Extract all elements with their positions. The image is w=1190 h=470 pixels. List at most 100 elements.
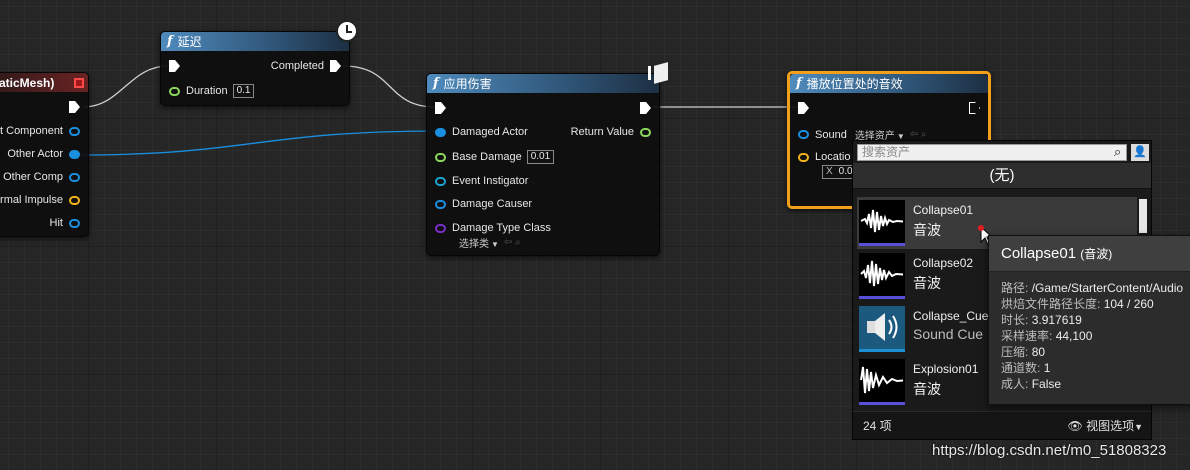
tooltip-mature: 成人: False [1001, 376, 1190, 392]
delay-completed-row: Completed [271, 60, 341, 72]
hover-dot [978, 225, 984, 231]
damage-type-dropdown-label: 选择类 [459, 239, 489, 250]
return-value-pin[interactable] [640, 127, 651, 137]
sound-wave-thumbnail [859, 200, 905, 246]
return-value-label: Return Value [570, 126, 634, 138]
event-instigator-pin[interactable] [435, 176, 446, 186]
damage-causer-pin[interactable] [435, 199, 446, 209]
delay-exec-in-pin[interactable] [169, 60, 180, 72]
waveform-icon [860, 209, 904, 233]
damage-exec-in-pin[interactable] [435, 102, 446, 114]
pin-row-component: it Component [0, 125, 80, 137]
tooltip-mature-label: 成人: [1001, 377, 1029, 391]
pin-row-other-comp: Other Comp [3, 171, 80, 183]
browse-icon[interactable]: ⇦ ⌕ [910, 129, 927, 140]
browse-icon[interactable]: ⇦ ⌕ [504, 237, 521, 248]
user-filter-icon[interactable]: 👤 [1131, 144, 1149, 161]
sound-cue-thumbnail [859, 306, 905, 352]
function-icon: f [433, 76, 439, 91]
pin-label-other-comp: Other Comp [3, 171, 63, 183]
damage-type-select-row: 选择类 ▼ ⇦ ⌕ [451, 235, 521, 250]
none-option[interactable]: (无) [853, 163, 1151, 189]
play-sound-header: f 播放位置处的音效 [790, 74, 988, 93]
duration-pin[interactable] [169, 86, 180, 96]
sound-exec-out-pin[interactable] [969, 102, 980, 114]
apply-damage-header: f 应用伤害 [427, 74, 659, 93]
delay-node[interactable]: f 延迟 Completed Duration 0.1 [160, 31, 350, 106]
tooltip-compression-value: 80 [1031, 345, 1046, 359]
damage-type-pin[interactable] [435, 223, 446, 233]
eye-icon: 👁 [1067, 419, 1083, 433]
tooltip-sample-rate-value: 44,100 [1055, 329, 1093, 343]
damage-type-dropdown[interactable]: 选择类 ▼ [459, 235, 499, 250]
overlap-event-header: StaticMesh) [0, 73, 88, 92]
sound-wave-thumbnail [859, 253, 905, 299]
delay-exec-in-row [169, 60, 180, 72]
completed-exec-pin[interactable] [330, 60, 341, 72]
search-icon[interactable]: ⌕ [1114, 144, 1121, 160]
sound-label: Sound [815, 128, 847, 141]
waveform-icon [860, 260, 904, 287]
location-row: Locatio [798, 151, 850, 163]
pin-label-hit: Hit [49, 217, 63, 229]
asset-name: Explosion01 [913, 362, 979, 376]
damaged-actor-label: Damaged Actor [452, 126, 528, 138]
tooltip-asset-type: (音波) [1080, 247, 1113, 261]
overlap-event-title: StaticMesh) [0, 75, 55, 90]
pin-row-hit: Hit [50, 217, 80, 229]
exec-wire-mesh-to-delay [83, 65, 169, 108]
pin-row-normal-impulse: rmal Impulse [0, 194, 80, 206]
tooltip-channels: 通道数: 1 [1001, 360, 1190, 376]
pin-label-other-actor: Other Actor [7, 148, 63, 160]
asset-type: 音波 [913, 222, 941, 238]
tooltip-asset-name: Collapse01 [1001, 245, 1077, 262]
duration-row: Duration 0.1 [169, 84, 255, 98]
asset-type: 音波 [913, 275, 941, 291]
exec-out-pin[interactable] [69, 101, 80, 113]
damage-exec-out-pin[interactable] [640, 102, 651, 114]
tooltip-body: 路径: /Game/StarterContent/Audio 烘焙文件路径长度:… [989, 272, 1190, 392]
tooltip-sample-rate: 采样速率: 44,100 [1001, 328, 1190, 344]
damage-causer-row: Damage Causer [435, 198, 532, 210]
delay-header: f 延迟 [161, 32, 349, 51]
play-sound-title: 播放位置处的音效 [806, 77, 903, 91]
sound-exec-out-row [969, 102, 980, 114]
duration-input[interactable]: 0.1 [232, 84, 255, 98]
location-label: Locatio [815, 151, 851, 163]
asset-name: Collapse02 [913, 256, 974, 270]
pin-label-normal-impulse: rmal Impulse [0, 194, 63, 206]
asset-list-scrollbar[interactable] [1139, 199, 1147, 233]
damage-causer-label: Damage Causer [452, 198, 533, 210]
asset-type: Sound Cue [913, 326, 984, 342]
damaged-actor-row: Damaged Actor [435, 126, 528, 138]
hit-pin[interactable] [69, 218, 80, 228]
base-damage-input[interactable]: 0.01 [526, 150, 555, 164]
sound-exec-in-pin[interactable] [798, 102, 809, 114]
view-options-button[interactable]: 👁 视图选项▼ [1067, 412, 1143, 441]
base-damage-pin[interactable] [435, 152, 446, 162]
tooltip-path-value: /Game/StarterContent/Audio [1031, 281, 1184, 295]
tooltip-channels-value: 1 [1043, 361, 1051, 375]
other-comp-pin[interactable] [69, 172, 80, 182]
other-actor-pin[interactable] [69, 149, 80, 159]
pin-label-component: it Component [0, 125, 63, 137]
clock-icon [336, 20, 358, 42]
normal-impulse-pin[interactable] [69, 195, 80, 205]
component-pin[interactable] [69, 126, 80, 136]
asset-search-input[interactable]: 搜索资产 [857, 144, 1127, 161]
sound-pin[interactable] [798, 130, 809, 139]
damaged-actor-pin[interactable] [435, 127, 446, 137]
apply-damage-node[interactable]: f 应用伤害 Damaged Actor Return Value Base D… [426, 73, 660, 256]
overlap-event-node[interactable]: StaticMesh) it Component Other Actor Oth… [0, 72, 89, 237]
tooltip-bake-label: 烘焙文件路径长度: [1001, 297, 1101, 311]
sound-wave-thumbnail [859, 359, 905, 405]
sound-exec-in-row [798, 102, 809, 114]
event-instigator-row: Event Instigator [435, 175, 528, 187]
location-pin[interactable] [798, 152, 809, 162]
watermark-text: https://blog.csdn.net/m0_51808323 [932, 442, 1167, 459]
item-count: 24 项 [863, 419, 892, 433]
tooltip-bake-value: 104 / 260 [1103, 297, 1154, 311]
tooltip-path-label: 路径: [1001, 281, 1029, 295]
tooltip-bake-length: 烘焙文件路径长度: 104 / 260 [1001, 296, 1190, 312]
waveform-icon [860, 366, 904, 394]
